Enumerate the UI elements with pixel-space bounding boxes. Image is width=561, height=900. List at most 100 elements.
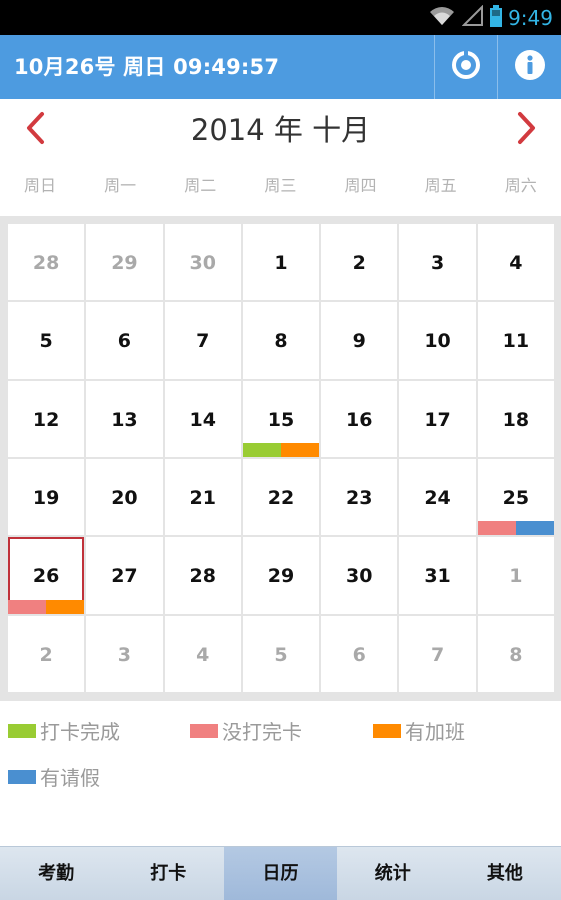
calendar-day[interactable]: 11 (477, 302, 554, 379)
calendar-day[interactable]: 29 (242, 537, 320, 614)
calendar-day[interactable]: 5 (8, 302, 85, 379)
day-number: 5 (39, 330, 53, 353)
day-number: 8 (274, 330, 288, 353)
calendar-panel: 28 29 30 1 2 3 4 5 6 7 8 9 10 11 12 13 14 15 16 17 18 19 20 21 2… (0, 216, 561, 701)
day-status-marks (8, 599, 85, 614)
calendar-day[interactable]: 30 (164, 224, 241, 301)
status-mark-green (242, 443, 281, 457)
status-bar: 9:49 (0, 0, 561, 35)
calendar-day[interactable]: 8 (242, 302, 320, 379)
day-number: 4 (509, 252, 523, 274)
legend-swatch (8, 723, 36, 738)
tab-other[interactable]: 其他 (449, 847, 561, 900)
calendar-day[interactable]: 14 (164, 380, 241, 457)
calendar-day[interactable]: 15 (242, 380, 320, 457)
calendar-day[interactable]: 10 (399, 302, 476, 379)
calendar-day[interactable]: 20 (86, 459, 163, 536)
tab-calendar[interactable]: 日历 (224, 847, 337, 900)
status-mark-orange (46, 599, 85, 614)
day-number: 21 (189, 487, 216, 509)
day-number: 31 (424, 565, 451, 588)
calendar-day[interactable]: 3 (86, 615, 163, 692)
tab-statistics[interactable]: 统计 (337, 847, 449, 900)
calendar-day[interactable]: 7 (164, 302, 241, 379)
tab-attendance[interactable]: 考勤 (0, 847, 112, 900)
calendar-day[interactable]: 1 (477, 537, 554, 614)
legend-item-leave: 有请假 (8, 762, 100, 791)
calendar-day[interactable]: 3 (399, 224, 476, 301)
day-number: 6 (117, 330, 132, 353)
calendar-day[interactable]: 4 (164, 615, 241, 692)
calendar-day[interactable]: 23 (321, 459, 398, 536)
weekday-header: 周日 周一 周二 周三 周四 周五 周六 (0, 166, 561, 206)
day-number: 27 (111, 565, 138, 588)
legend-label: 打卡完成 (40, 720, 120, 744)
legend-item-clocked: 打卡完成 (8, 716, 120, 745)
calendar-day[interactable]: 18 (477, 380, 554, 457)
calendar-day[interactable]: 6 (86, 302, 163, 379)
calendar-day[interactable]: 2 (8, 615, 85, 692)
chevron-right-icon (516, 111, 538, 149)
calendar-day[interactable]: 29 (86, 224, 163, 301)
sync-icon (451, 50, 481, 84)
calendar-grid: 28 29 30 1 2 3 4 5 6 7 8 9 10 11 12 13 14 15 16 17 18 19 20 21 2… (8, 224, 554, 692)
weekday-label: 周二 (184, 176, 217, 195)
calendar-day[interactable]: 7 (399, 615, 476, 692)
day-number: 30 (189, 252, 216, 274)
day-number: 7 (430, 643, 445, 666)
calendar-day[interactable]: 21 (164, 459, 241, 536)
legend-label: 有加班 (405, 720, 465, 744)
month-navigation: 2014 年 十月 (0, 99, 561, 161)
calendar-day[interactable]: 25 (477, 459, 554, 536)
day-number: 28 (189, 565, 216, 588)
tab-clock-in[interactable]: 打卡 (112, 847, 224, 900)
battery-icon (490, 4, 503, 31)
calendar-day[interactable]: 9 (321, 302, 398, 379)
header-datetime: 10月26号 周日 09:49:57 (14, 55, 280, 79)
day-number: 16 (346, 408, 373, 431)
calendar-day[interactable]: 4 (477, 224, 554, 301)
sync-button[interactable] (435, 35, 497, 99)
calendar-day-today[interactable]: 26 (8, 537, 85, 614)
calendar-day[interactable]: 27 (86, 537, 163, 614)
calendar-day[interactable]: 28 (8, 224, 85, 301)
day-number: 17 (424, 408, 451, 431)
calendar-day[interactable]: 30 (321, 537, 398, 614)
day-number: 2 (352, 252, 366, 274)
legend-swatch (190, 723, 218, 738)
calendar-day[interactable]: 8 (477, 615, 554, 692)
calendar-day[interactable]: 24 (399, 459, 476, 536)
status-mark-pink (477, 521, 516, 536)
calendar-day[interactable]: 22 (242, 459, 320, 536)
calendar-day[interactable]: 6 (321, 615, 398, 692)
calendar-day[interactable]: 2 (321, 224, 398, 301)
status-mark-pink (8, 599, 47, 614)
day-number: 3 (117, 643, 132, 666)
signal-icon (461, 4, 484, 31)
weekday-label: 周五 (424, 176, 457, 195)
calendar-day[interactable]: 5 (242, 615, 320, 692)
day-number: 1 (274, 252, 288, 274)
day-number: 19 (32, 487, 60, 509)
calendar-day[interactable]: 13 (86, 380, 163, 457)
weekday-label: 周一 (104, 176, 137, 195)
calendar-day[interactable]: 17 (399, 380, 476, 457)
month-label: 2014 年 十月 (190, 113, 371, 147)
day-number: 9 (352, 330, 366, 353)
calendar-day[interactable]: 16 (321, 380, 398, 457)
calendar-day[interactable]: 31 (399, 537, 476, 614)
info-button[interactable] (499, 35, 561, 99)
day-number: 1 (509, 565, 523, 588)
calendar-day[interactable]: 28 (164, 537, 241, 614)
status-icons: 9:49 (428, 0, 553, 35)
calendar-day[interactable]: 19 (8, 459, 85, 536)
calendar-day[interactable]: 12 (8, 380, 85, 457)
day-status-marks (477, 521, 554, 536)
app-header: 10月26号 周日 09:49:57 (0, 35, 561, 99)
day-number: 5 (274, 643, 288, 666)
day-number: 24 (424, 487, 451, 509)
next-month-button[interactable] (502, 107, 552, 153)
day-number: 30 (346, 565, 373, 588)
calendar-day[interactable]: 1 (242, 224, 320, 301)
day-number: 28 (32, 252, 60, 274)
